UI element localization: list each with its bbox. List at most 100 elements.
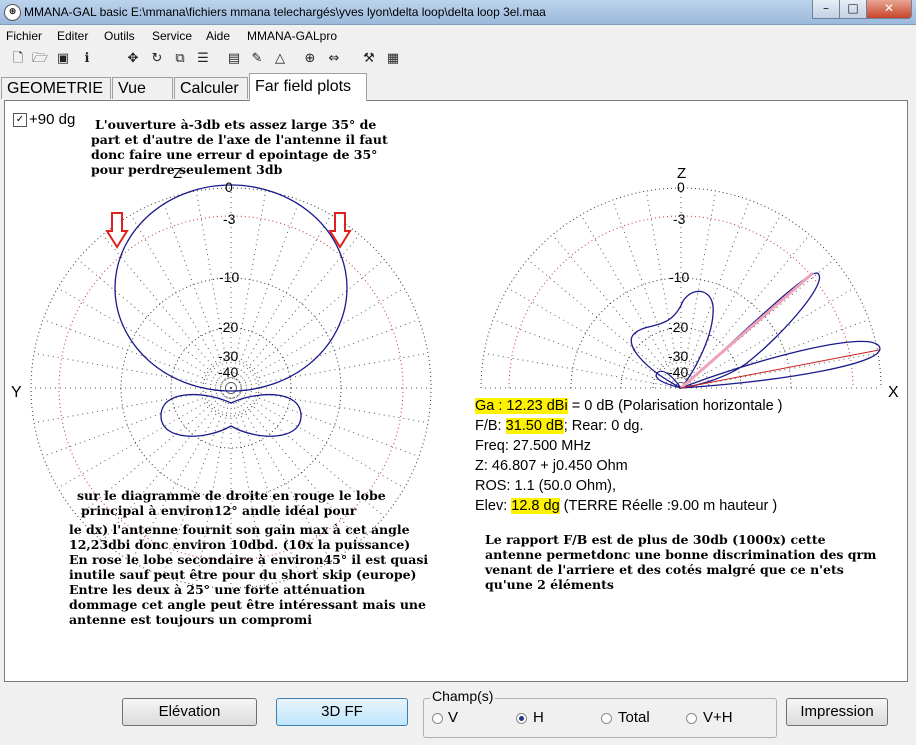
annotation-top-left: L'ouverture à-3db ets assez large 35° de… bbox=[91, 117, 388, 177]
3d-ff-button[interactable]: 3D FF bbox=[276, 698, 408, 726]
crosshair-icon[interactable]: ⊕ bbox=[302, 51, 318, 67]
left-grid-spoke bbox=[102, 234, 232, 389]
result-impedance: Z: 46.807 + j0.450 Ohm bbox=[475, 458, 628, 474]
annotation-bottom-right: Le rapport F/B est de plus de 30db (1000… bbox=[485, 532, 876, 592]
annotation-line: En rose le lobe secondaire à environ45° … bbox=[69, 552, 429, 567]
info-icon[interactable]: ℹ bbox=[79, 51, 95, 67]
annotation-line: antenne permetdonc une bonne discriminat… bbox=[485, 547, 877, 562]
champ-label: Champ(s) bbox=[430, 688, 496, 704]
right-axis-x: X bbox=[888, 384, 899, 401]
left-db-20: -20 bbox=[218, 319, 239, 335]
right-grid-spoke bbox=[680, 214, 782, 389]
right-db-3: -3 bbox=[673, 211, 686, 227]
copy-icon[interactable]: ⧉ bbox=[172, 51, 188, 67]
annotation-line: dommage cet angle peut être intéressant … bbox=[69, 597, 426, 612]
calculator-icon[interactable]: ▦ bbox=[385, 51, 401, 67]
document-icon[interactable]: ▤ bbox=[226, 51, 242, 67]
annotation-line: sur le diagramme de droite en rouge le l… bbox=[77, 488, 386, 503]
print-button[interactable]: Impression bbox=[786, 698, 888, 726]
tab-far-field-plots[interactable]: Far field plots bbox=[249, 73, 367, 101]
gain-value: Ga : 12.23 dBi bbox=[475, 398, 568, 414]
left-grid-spoke bbox=[230, 387, 420, 457]
maximize-icon[interactable]: □ bbox=[839, 0, 867, 19]
annotation-line: 12,23dbi donc environ 10dbd. (10x la pui… bbox=[69, 537, 411, 552]
left-grid-spoke bbox=[33, 352, 232, 389]
annotation-bottom-left-2: le dx) l'antenne fournit son gain max à … bbox=[69, 522, 428, 627]
fb-value: 31.50 dB bbox=[505, 418, 564, 434]
tab-geometrie[interactable]: GEOMETRIE bbox=[1, 77, 111, 99]
menu-mmana-galpro[interactable]: MMANA-GALpro bbox=[247, 29, 337, 43]
rotate-icon[interactable]: ↻ bbox=[149, 51, 165, 67]
gain-rest: = 0 dB (Polarisation horizontale ) bbox=[567, 398, 783, 414]
right-grid-spoke bbox=[680, 234, 810, 389]
left-db-10: -10 bbox=[219, 269, 240, 285]
menu-bar: Fichier Editer Outils Service Aide MMANA… bbox=[0, 25, 916, 45]
left-grid-spoke bbox=[57, 387, 232, 489]
annotation-line: donc faire une erreur d epointage de 35° bbox=[91, 147, 378, 162]
red-arrow-icon bbox=[328, 212, 352, 249]
new-file-icon[interactable]: 🗋 bbox=[10, 51, 26, 67]
left-grid-spoke bbox=[230, 259, 385, 389]
left-grid-spoke bbox=[33, 387, 232, 424]
minimize-icon[interactable]: – bbox=[812, 0, 840, 19]
right-grid-spoke bbox=[492, 319, 682, 389]
title-bar: ⊕ MMANA-GAL basic E:\mmana\fichiers mman… bbox=[0, 0, 916, 25]
save-icon[interactable]: ▣ bbox=[55, 51, 71, 67]
elev-prefix: Elev: bbox=[475, 498, 512, 514]
left-grid-spoke bbox=[230, 214, 332, 389]
globe-icon[interactable]: ⊕ bbox=[4, 4, 21, 21]
close-icon[interactable]: ✕ bbox=[866, 0, 912, 19]
right-db-40: -40 bbox=[668, 364, 689, 380]
radio-total[interactable] bbox=[601, 713, 612, 724]
right-grid-spoke bbox=[580, 214, 682, 389]
arrows-icon[interactable]: ⇔ bbox=[326, 51, 342, 67]
left-db-40: -40 bbox=[218, 364, 239, 380]
result-gain: Ga : 12.23 dBi = 0 dB (Polarisation hori… bbox=[475, 398, 783, 414]
result-freq: Freq: 27.500 MHz bbox=[475, 438, 592, 454]
radio-h[interactable] bbox=[516, 713, 527, 724]
right-grid-spoke bbox=[552, 234, 682, 389]
result-fb: F/B: 31.50 dB; Rear: 0 dg. bbox=[475, 418, 643, 434]
left-grid-spoke bbox=[57, 287, 232, 389]
menu-service[interactable]: Service bbox=[152, 29, 192, 43]
right-db-0: 0 bbox=[677, 179, 685, 195]
radio-v[interactable] bbox=[432, 713, 443, 724]
annotation-bottom-left-1: sur le diagramme de droite en rouge le l… bbox=[77, 488, 386, 518]
pen-icon[interactable]: ✎ bbox=[249, 51, 265, 67]
left-grid-spoke bbox=[42, 319, 232, 389]
annotation-line: L'ouverture à-3db ets assez large 35° de bbox=[95, 117, 377, 132]
right-grid-spoke bbox=[507, 287, 682, 389]
tools-icon[interactable]: ⚒ bbox=[361, 51, 377, 67]
right-db-10: -10 bbox=[669, 269, 690, 285]
left-grid-spoke bbox=[42, 387, 232, 457]
left-grid-spoke bbox=[77, 259, 232, 389]
radio-vh-label: V+H bbox=[703, 709, 733, 726]
sliders-icon[interactable]: ☰ bbox=[195, 51, 211, 67]
left-grid-spoke bbox=[230, 234, 360, 389]
far-field-panel: ✓ +90 dg Z Z Y X 0 -3 -10 -20 -30 -40 0 … bbox=[4, 100, 908, 682]
menu-editer[interactable]: Editer bbox=[57, 29, 88, 43]
menu-fichier[interactable]: Fichier bbox=[6, 29, 42, 43]
left-db-0: 0 bbox=[225, 179, 233, 195]
radio-total-label: Total bbox=[618, 709, 650, 726]
annotation-line: principal à environ12° andle idéal pour bbox=[81, 503, 357, 518]
left-grid-spoke bbox=[230, 387, 429, 424]
tab-vue[interactable]: Vue bbox=[112, 77, 173, 99]
open-folder-icon[interactable]: 🗁 bbox=[32, 51, 48, 67]
fb-prefix: F/B: bbox=[475, 418, 506, 434]
radio-vh[interactable] bbox=[686, 713, 697, 724]
left-grid-spoke bbox=[230, 287, 405, 389]
annotation-line: pour perdre seulement 3db bbox=[91, 162, 283, 177]
left-grid-spoke bbox=[130, 214, 232, 389]
tab-calculer[interactable]: Calculer bbox=[174, 77, 248, 99]
toolbar: 🗋 🗁 ▣ ℹ ✥ ↻ ⧉ ☰ ▤ ✎ △ ⊕ ⇔ ⚒ ▦ bbox=[0, 48, 916, 72]
left-grid-spoke bbox=[230, 319, 420, 389]
plus90-checkbox[interactable]: ✓ bbox=[13, 113, 27, 127]
menu-aide[interactable]: Aide bbox=[206, 29, 230, 43]
elevation-button[interactable]: Elévation bbox=[122, 698, 257, 726]
left-db-3: -3 bbox=[223, 211, 236, 227]
triangle-icon[interactable]: △ bbox=[272, 51, 288, 67]
plus90-label: +90 dg bbox=[29, 111, 76, 128]
move-icon[interactable]: ✥ bbox=[125, 51, 141, 67]
menu-outils[interactable]: Outils bbox=[104, 29, 135, 43]
